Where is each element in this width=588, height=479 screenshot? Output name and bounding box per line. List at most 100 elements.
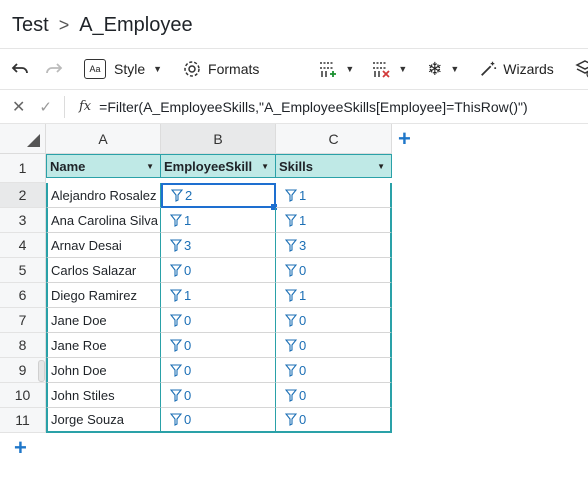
table-header-skills[interactable]: Skills ▼ [276, 154, 392, 178]
table-cell-skills[interactable]: 3 [276, 233, 392, 258]
table-cell-employee-skill[interactable]: 0 [161, 258, 276, 283]
column-header-c[interactable]: C [276, 124, 392, 154]
employee-skill-link[interactable]: 1 [170, 213, 191, 228]
table-header-label: EmployeeSkill [164, 158, 253, 174]
freeze-button[interactable]: ❄ ▼ [423, 54, 463, 84]
row-header[interactable]: 3 [0, 208, 46, 233]
redo-icon [46, 63, 63, 74]
table-cell-name[interactable]: John Doe [46, 358, 161, 383]
skills-link[interactable]: 0 [285, 338, 306, 353]
table-cell-skills[interactable]: 0 [276, 408, 392, 433]
table-cell-name[interactable]: Jane Roe [46, 333, 161, 358]
add-column-icon[interactable]: + [398, 128, 411, 150]
column-header-a[interactable]: A [46, 124, 161, 154]
table-cell-skills[interactable]: 0 [276, 308, 392, 333]
chevron-down-icon[interactable]: ▼ [146, 162, 154, 171]
table-cell-employee-skill[interactable]: 0 [161, 333, 276, 358]
employee-skill-count: 2 [185, 188, 193, 203]
employee-name: Alejandro Rosalez [51, 187, 157, 203]
table-header-employee-skill[interactable]: EmployeeSkill ▼ [161, 154, 276, 178]
table-cell-name[interactable]: Jane Doe [46, 308, 161, 333]
breadcrumb-parent[interactable]: Test [12, 14, 49, 37]
table-cell-employee-skill[interactable]: 0 [161, 383, 276, 408]
row-header[interactable]: 1 [0, 154, 46, 183]
skills-link[interactable]: 0 [285, 263, 306, 278]
cancel-icon[interactable]: ✕ [12, 97, 25, 117]
table-cell-skills[interactable]: 1 [276, 283, 392, 308]
skills-link[interactable]: 0 [285, 363, 306, 378]
employee-skill-link[interactable]: 0 [170, 338, 191, 353]
skills-link[interactable]: 0 [285, 412, 306, 427]
table-cell-name[interactable]: Carlos Salazar [46, 258, 161, 283]
table-cell-name[interactable]: Jorge Souza [46, 408, 161, 433]
employee-skill-count: 0 [184, 362, 192, 378]
table-cell-employee-skill[interactable]: 0 [161, 308, 276, 333]
column-header-b[interactable]: B [161, 124, 276, 154]
table-cell-employee-skill[interactable]: 0 [161, 358, 276, 383]
row-header[interactable]: 7 [0, 308, 46, 333]
employee-skill-count: 0 [184, 262, 192, 278]
row-header[interactable]: 11 [0, 408, 46, 433]
layers-button[interactable] [570, 54, 588, 84]
skills-link[interactable]: 1 [285, 288, 306, 303]
row-header[interactable]: 2 [0, 183, 46, 208]
table-cell-name[interactable]: Ana Carolina Silva [46, 208, 161, 233]
filter-icon [170, 413, 182, 426]
table-cell-skills[interactable]: 0 [276, 258, 392, 283]
chevron-down-icon[interactable]: ▼ [261, 162, 269, 171]
skills-count: 0 [299, 387, 307, 403]
employee-skill-link[interactable]: 0 [170, 263, 191, 278]
table-cell-employee-skill[interactable]: 0 [161, 408, 276, 433]
table-cell-employee-skill[interactable]: 2 [161, 183, 276, 208]
table-cell-employee-skill[interactable]: 3 [161, 233, 276, 258]
row-header[interactable]: 10 [0, 383, 46, 408]
add-row-icon[interactable]: + [14, 437, 27, 459]
employee-skill-link[interactable]: 2 [171, 188, 192, 203]
formats-button[interactable]: Formats [178, 54, 263, 84]
row-header[interactable]: 4 [0, 233, 46, 258]
wizards-button[interactable]: Wizards [475, 54, 558, 84]
table-cell-skills[interactable]: 1 [276, 208, 392, 233]
table-cell-skills[interactable]: 1 [276, 183, 392, 208]
employee-skill-link[interactable]: 3 [170, 238, 191, 253]
formula-input[interactable]: =Filter(A_EmployeeSkills,"A_EmployeeSkil… [99, 99, 528, 115]
formula-divider [63, 95, 65, 118]
chevron-down-icon[interactable]: ▼ [377, 162, 385, 171]
row-header[interactable]: 6 [0, 283, 46, 308]
skills-link[interactable]: 0 [285, 313, 306, 328]
style-label: Style [114, 61, 146, 77]
table-cell-name[interactable]: Diego Ramirez [46, 283, 161, 308]
style-button[interactable]: Aa Style ▼ [80, 54, 166, 84]
row-resize-handle[interactable] [38, 360, 45, 382]
formats-label: Formats [208, 61, 260, 77]
skills-link[interactable]: 1 [285, 213, 306, 228]
skills-link[interactable]: 3 [285, 238, 306, 253]
confirm-icon[interactable]: ✓ [39, 98, 52, 116]
skills-link[interactable]: 0 [285, 388, 306, 403]
employee-skill-link[interactable]: 0 [170, 313, 191, 328]
skills-link[interactable]: 1 [285, 188, 306, 203]
table-cell-skills[interactable]: 0 [276, 383, 392, 408]
row-header[interactable]: 5 [0, 258, 46, 283]
employee-skill-link[interactable]: 1 [170, 288, 191, 303]
employee-skill-link[interactable]: 0 [170, 412, 191, 427]
table-cell-employee-skill[interactable]: 1 [161, 208, 276, 233]
table-cell-name[interactable]: Alejandro Rosalez [46, 183, 161, 208]
delete-column-button[interactable]: ▼ [366, 54, 411, 84]
redo-button[interactable] [40, 54, 68, 84]
table-cell-name[interactable]: Arnav Desai [46, 233, 161, 258]
table-cell-skills[interactable]: 0 [276, 333, 392, 358]
employee-skill-link[interactable]: 0 [170, 363, 191, 378]
undo-button[interactable] [6, 54, 34, 84]
add-column-button[interactable]: ▼ [313, 54, 358, 84]
table-cell-name[interactable]: John Stiles [46, 383, 161, 408]
select-all-corner[interactable] [0, 124, 46, 154]
filter-icon [285, 263, 297, 277]
employee-name: Jane Doe [51, 312, 107, 328]
employee-skill-link[interactable]: 0 [170, 388, 191, 403]
table-cell-skills[interactable]: 0 [276, 358, 392, 383]
table-header-name[interactable]: Name ▼ [46, 154, 161, 178]
employee-skill-count: 0 [184, 337, 192, 353]
row-header[interactable]: 8 [0, 333, 46, 358]
table-cell-employee-skill[interactable]: 1 [161, 283, 276, 308]
